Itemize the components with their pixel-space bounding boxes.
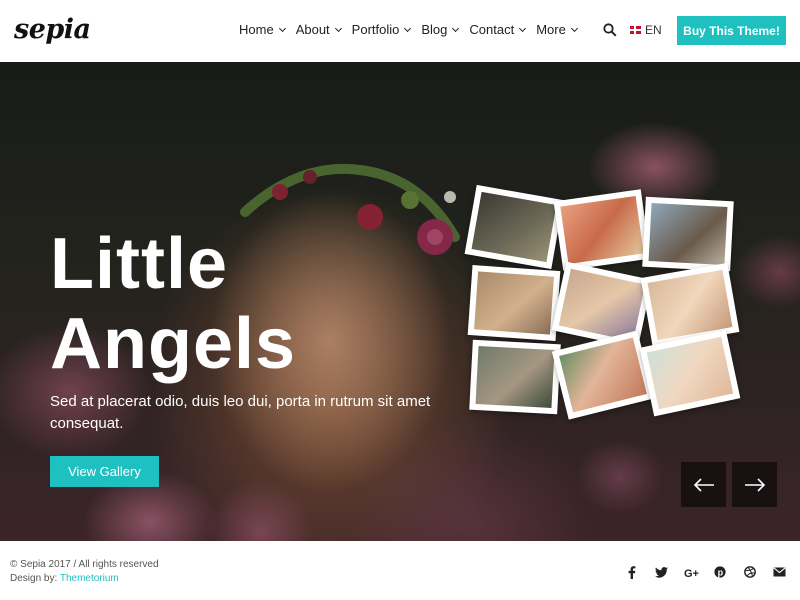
twitter-icon[interactable] (654, 565, 668, 579)
email-icon[interactable] (772, 565, 786, 579)
hero-title: Little Angels (50, 224, 296, 384)
nav-item-about[interactable]: About (295, 22, 342, 37)
nav-item-label: Home (239, 22, 274, 37)
gallery-photo (551, 330, 655, 420)
copyright-text: © Sepia 2017 / All rights reserved (10, 559, 159, 570)
hero-title-line: Angels (50, 304, 297, 384)
chevron-down-icon (334, 24, 342, 32)
arrow-right-icon (744, 477, 765, 492)
nav-item-more[interactable]: More (536, 22, 578, 37)
nav-item-portfolio[interactable]: Portfolio (351, 22, 412, 37)
design-credit: Design by: Themetorium (10, 573, 119, 584)
chevron-down-icon (452, 24, 460, 32)
chevron-down-icon (519, 24, 527, 32)
nav-item-label: About (295, 22, 330, 37)
search-icon[interactable] (603, 23, 617, 37)
gallery-photo (469, 339, 561, 415)
chevron-down-icon (404, 24, 412, 32)
nav-item-label: Contact (469, 22, 515, 37)
nav-item-blog[interactable]: Blog (421, 22, 460, 37)
site-logo[interactable]: sepia (14, 14, 91, 45)
prev-slide-button[interactable] (681, 462, 726, 507)
photo-image (560, 195, 644, 265)
photo-image (646, 336, 734, 410)
svg-text:p: p (718, 568, 724, 578)
nav-item-label: Blog (421, 22, 448, 37)
svg-text:G+: G+ (684, 568, 699, 578)
nav-item-label: Portfolio (351, 22, 400, 37)
nav-item-label: More (536, 22, 566, 37)
gallery-photo (467, 265, 561, 341)
arrow-left-icon (693, 477, 714, 492)
design-credit-label: Design by: (10, 573, 58, 584)
gallery-photo (553, 189, 651, 271)
photo-image (475, 346, 555, 408)
gallery-photo (464, 184, 564, 270)
buy-theme-button[interactable]: Buy This Theme! (677, 16, 786, 45)
hero-slider: Little Angels Sed at placerat odio, duis… (0, 62, 800, 541)
photo-image (559, 337, 647, 413)
hero-title-line: Little (50, 224, 228, 304)
uk-flag-icon (630, 26, 641, 34)
photo-image (647, 269, 733, 341)
hero-description: Sed at placerat odio, duis leo dui, port… (50, 393, 431, 432)
design-credit-link[interactable]: Themetorium (60, 573, 119, 584)
language-switcher[interactable]: EN (630, 23, 662, 37)
nav-item-contact[interactable]: Contact (469, 22, 527, 37)
dribbble-icon[interactable] (743, 565, 757, 579)
chevron-down-icon (570, 24, 578, 32)
next-slide-button[interactable] (732, 462, 777, 507)
facebook-icon[interactable] (625, 565, 639, 579)
photo-image (474, 271, 554, 335)
gallery-photo (642, 196, 734, 272)
nav-item-home[interactable]: Home (239, 22, 286, 37)
view-gallery-button[interactable]: View Gallery (50, 456, 159, 487)
photo-image (648, 203, 728, 265)
language-label: EN (645, 23, 662, 37)
chevron-down-icon (278, 24, 286, 32)
photo-image (558, 268, 646, 342)
photo-image (471, 191, 557, 263)
pinterest-icon[interactable]: p (713, 565, 727, 579)
site-footer: © Sepia 2017 / All rights reserved Desig… (0, 541, 800, 600)
main-nav: Home About Portfolio Blog Contact More (239, 22, 588, 37)
site-header: sepia Home About Portfolio Blog Contact … (0, 0, 800, 62)
google-plus-icon[interactable]: G+ (684, 565, 700, 579)
